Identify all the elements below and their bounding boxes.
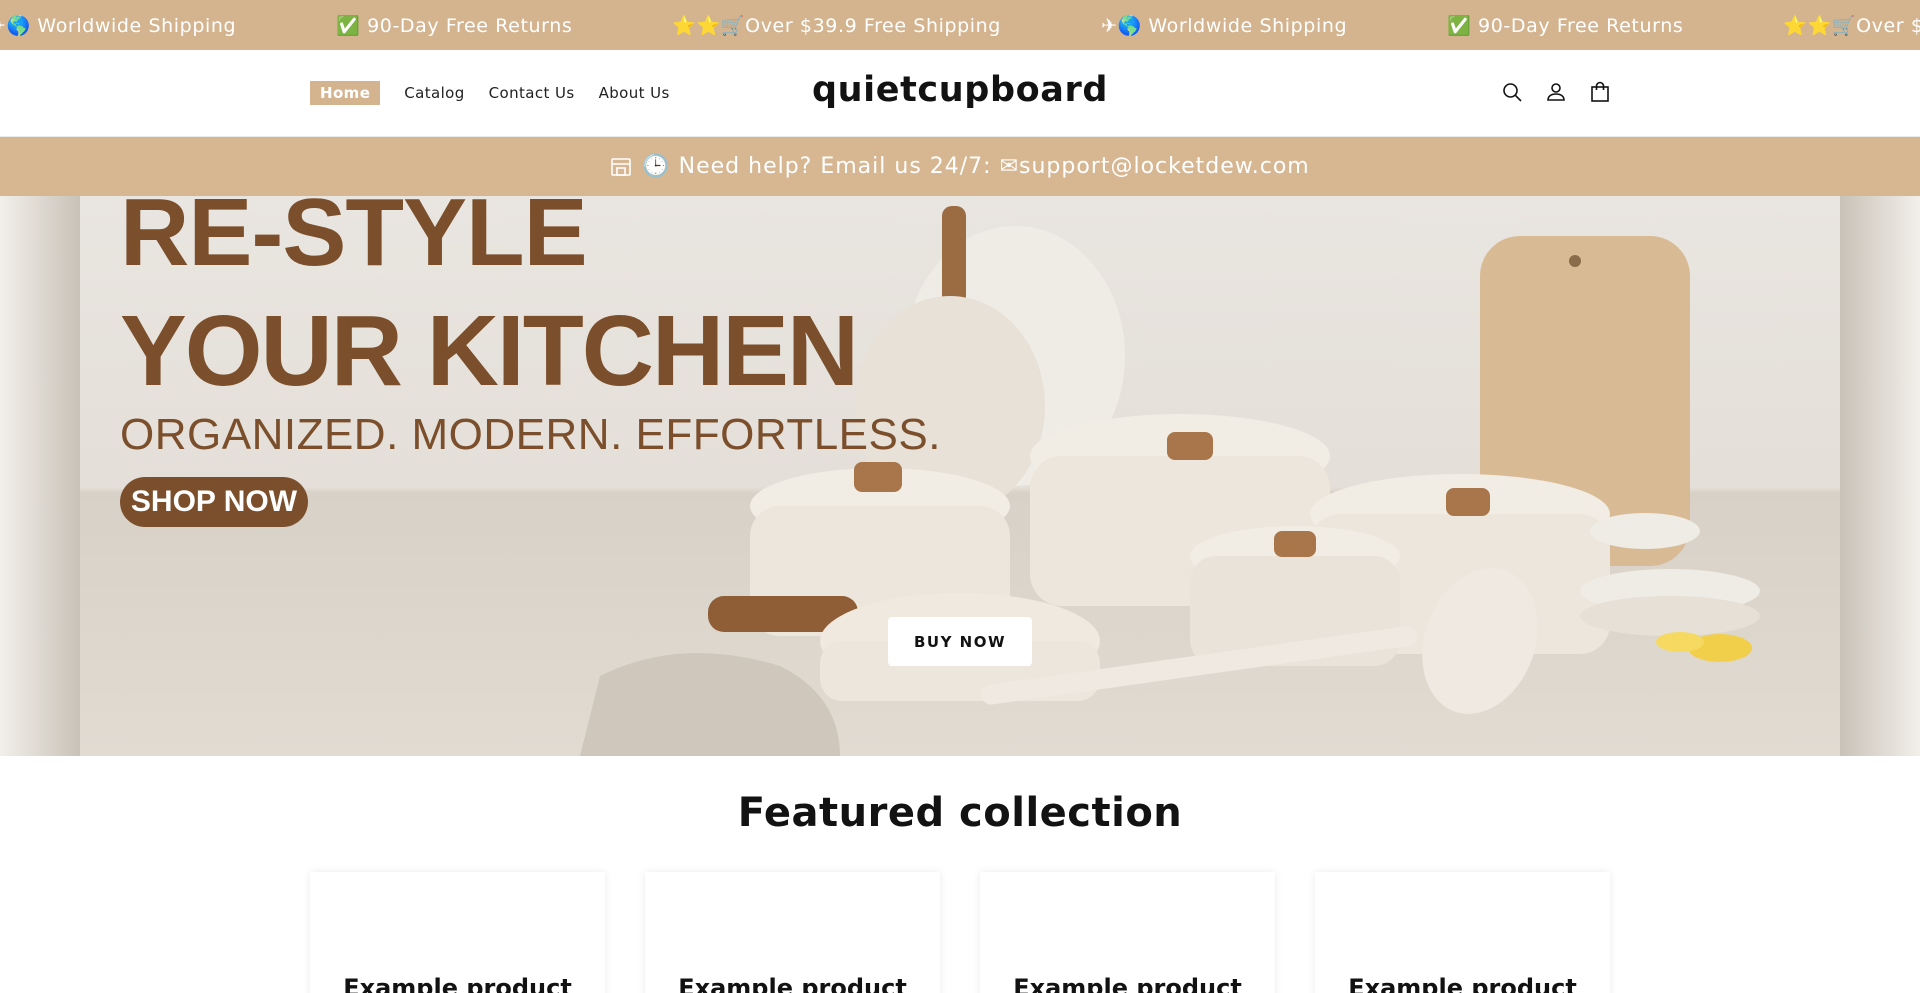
- product-title[interactable]: Example product: [645, 974, 940, 993]
- site-logo[interactable]: quietcupboard: [812, 70, 1108, 110]
- product-card[interactable]: Example product: [645, 872, 940, 993]
- announcement-item: ✅ 90-Day Free Returns: [1447, 14, 1684, 37]
- help-text: 🕒 Need help? Email us 24/7: ✉support@loc…: [642, 154, 1310, 179]
- hero-tagline: ORGANIZED. MODERN. EFFORTLESS.: [120, 410, 941, 459]
- announcement-item: ✈🌎 Worldwide Shipping: [1100, 14, 1348, 37]
- product-card[interactable]: Example product: [980, 872, 1275, 993]
- product-card[interactable]: Example product: [1315, 872, 1610, 993]
- product-title[interactable]: Example product: [980, 974, 1275, 993]
- hero-headline-1: RE-STYLE: [120, 196, 588, 286]
- shop-now-badge: SHOP NOW: [120, 477, 308, 527]
- account-icon[interactable]: [1544, 80, 1568, 104]
- store-icon: [611, 157, 632, 176]
- hero-headline-2: YOUR KITCHEN: [120, 295, 859, 407]
- buy-now-button[interactable]: BUY NOW: [888, 617, 1032, 666]
- header-icons: [1500, 80, 1612, 104]
- product-title[interactable]: Example product: [1315, 974, 1610, 993]
- announcement-bar: ✈🌎 Worldwide Shipping ✅ 90-Day Free Retu…: [0, 0, 1920, 50]
- hero-edge-left: [0, 196, 80, 756]
- product-card[interactable]: Example product: [310, 872, 605, 993]
- site-header: Home Catalog Contact Us About Us quietcu…: [0, 50, 1920, 137]
- announcement-item: ✅ 90-Day Free Returns: [336, 14, 573, 37]
- featured-collection-title: Featured collection: [737, 790, 1183, 836]
- nav-about-us[interactable]: About Us: [599, 84, 670, 102]
- product-grid: Example product Example product Example …: [310, 872, 1610, 993]
- nav-catalog[interactable]: Catalog: [404, 84, 464, 102]
- search-icon[interactable]: [1500, 80, 1524, 104]
- announcement-track: ✈🌎 Worldwide Shipping ✅ 90-Day Free Retu…: [0, 0, 1920, 50]
- logo-container: quietcupboard: [0, 70, 1920, 110]
- announcement-item: ⭐⭐🛒Over $39.9 Free Shipping: [672, 14, 1001, 37]
- announcement-item: ✈🌎 Worldwide Shipping: [0, 14, 237, 37]
- hero-banner: RE-STYLE YOUR KITCHEN ORGANIZED. MODERN.…: [0, 196, 1920, 756]
- cart-icon[interactable]: [1588, 80, 1612, 104]
- main-nav: Home Catalog Contact Us About Us: [310, 81, 670, 105]
- announcement-item: ⭐⭐🛒Over $39.9 Free Shipping: [1783, 14, 1920, 37]
- help-bar: 🕒 Need help? Email us 24/7: ✉support@loc…: [0, 137, 1920, 196]
- hero-edge-right: [1840, 196, 1920, 756]
- product-title[interactable]: Example product: [310, 974, 605, 993]
- nav-contact-us[interactable]: Contact Us: [489, 84, 575, 102]
- nav-home[interactable]: Home: [310, 81, 381, 105]
